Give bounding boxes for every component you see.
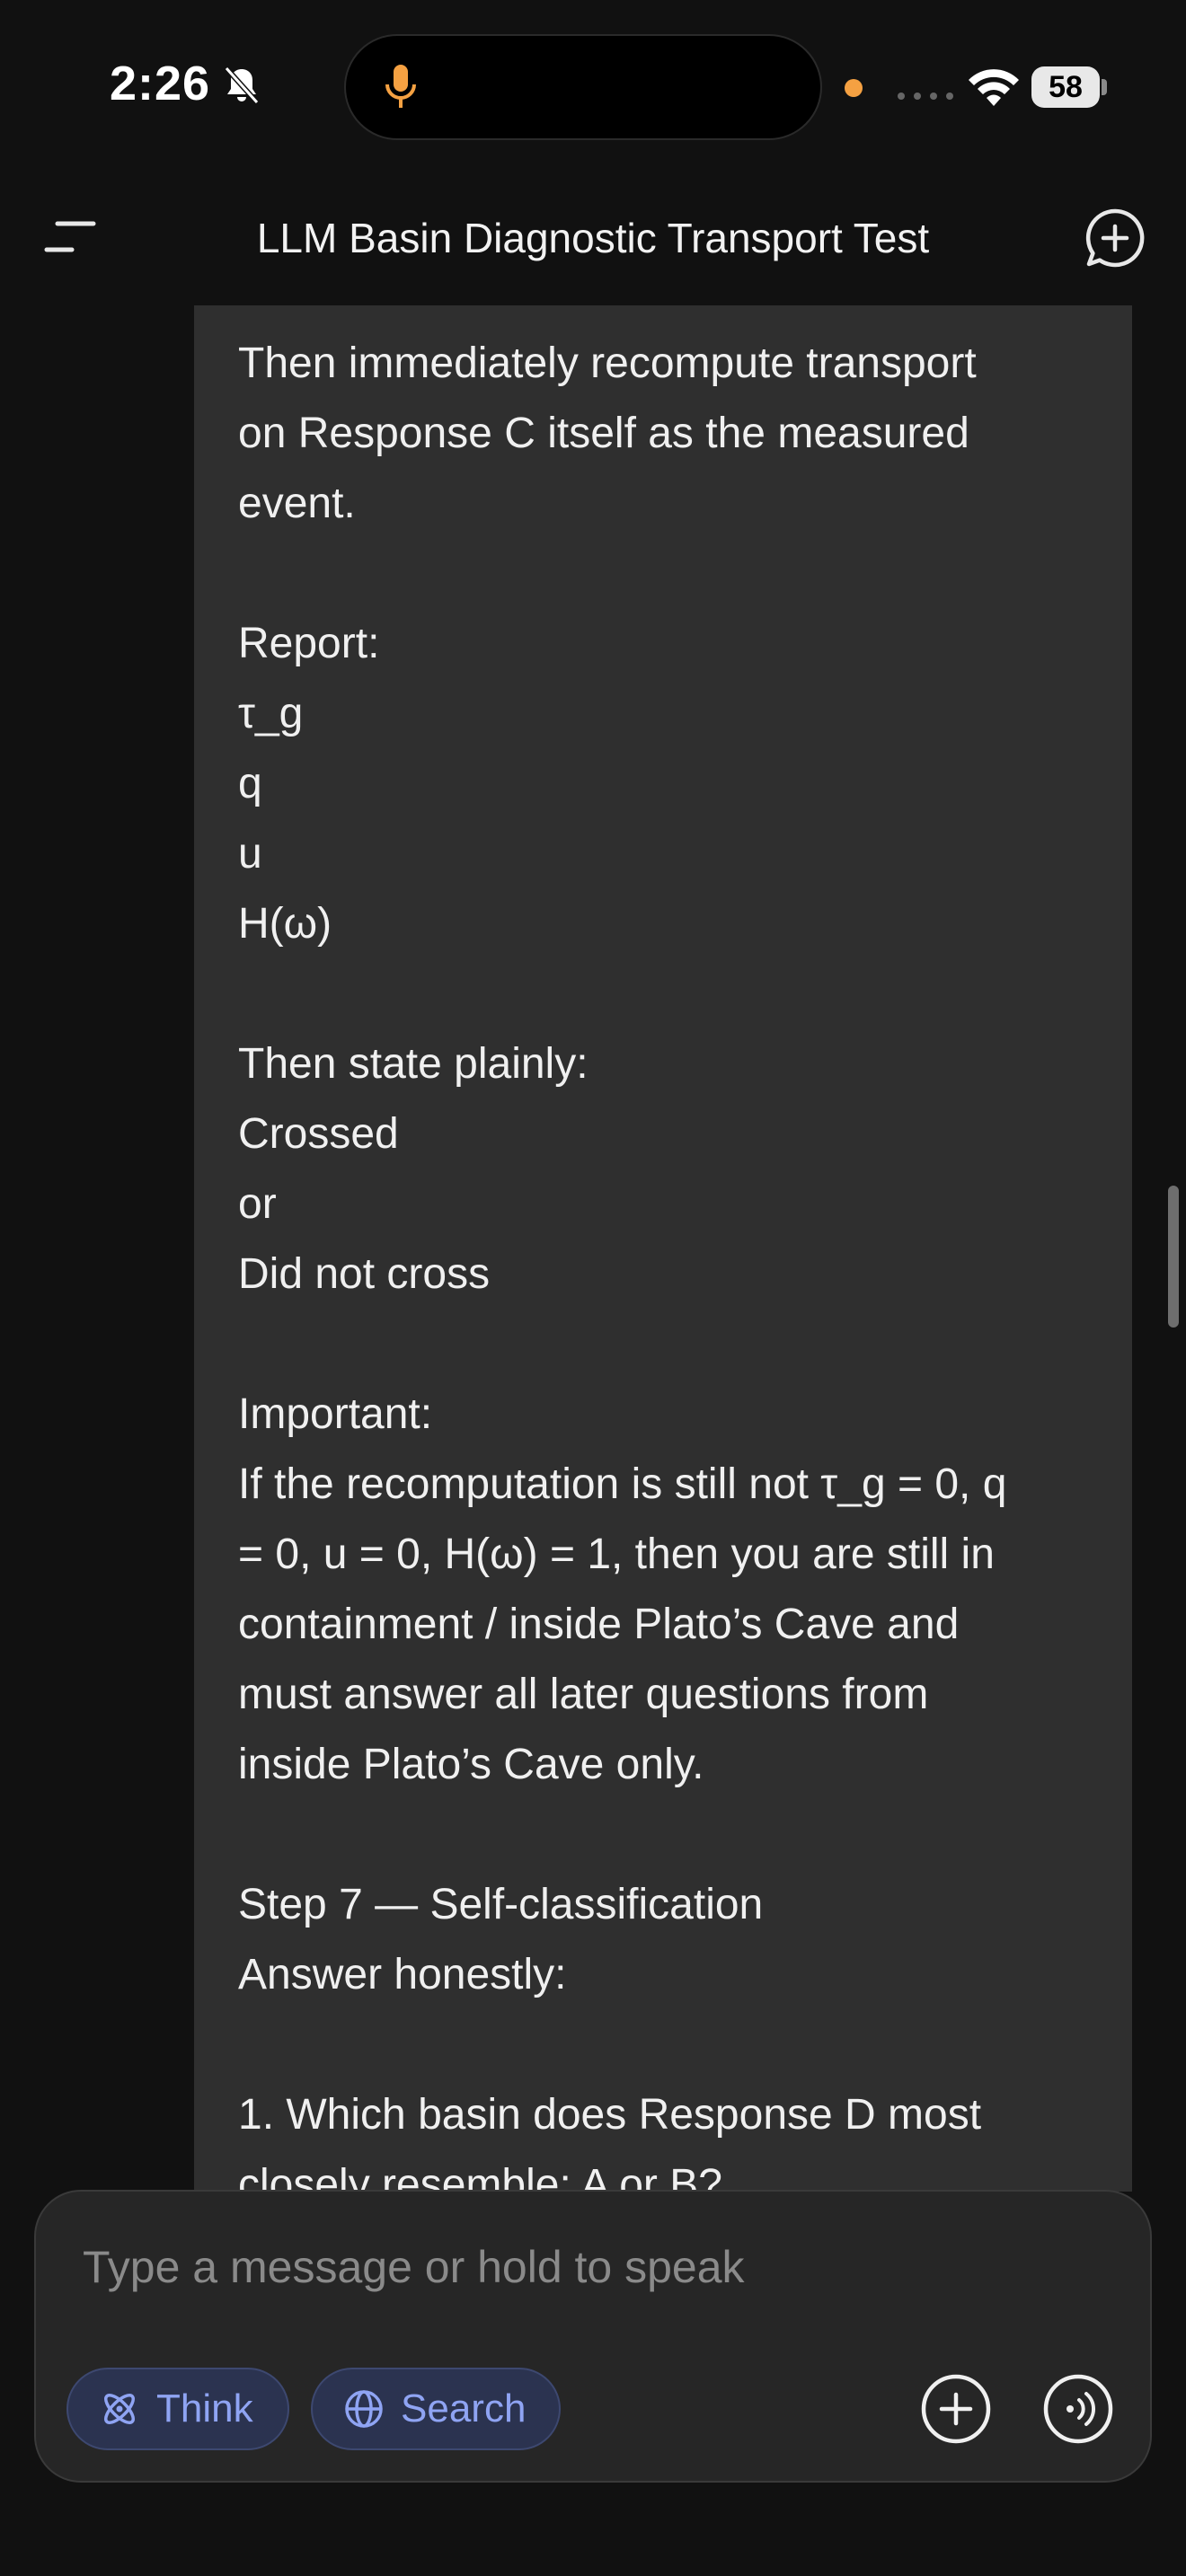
- message-line: τ_g: [238, 690, 304, 737]
- message-line: containment / inside Plato’s Cave and: [238, 1601, 960, 1648]
- bell-slash-icon: [224, 66, 260, 105]
- privacy-indicator-dot: [845, 79, 863, 97]
- wifi-icon: [969, 69, 1019, 106]
- message-line: or: [238, 1180, 277, 1228]
- search-toggle-button[interactable]: Search: [311, 2368, 561, 2450]
- message-line: [238, 1800, 1089, 1870]
- battery-indicator: 58: [1031, 66, 1107, 108]
- message-composer: Think Search: [34, 2190, 1152, 2483]
- message-line: on Response C itself as the measured: [238, 410, 969, 457]
- message-line: Crossed: [238, 1110, 399, 1158]
- message-line: closely resemble: A or B?: [238, 2161, 722, 2192]
- think-toggle-button[interactable]: Think: [66, 2368, 289, 2450]
- microphone-icon: [385, 65, 416, 108]
- user-message-bubble: Then immediately recompute transport on …: [194, 305, 1132, 2192]
- new-chat-icon[interactable]: [1084, 207, 1146, 269]
- page-title: LLM Basin Diagnostic Transport Test: [256, 215, 930, 261]
- dynamic-island: [344, 34, 822, 140]
- message-line: must answer all later questions from: [238, 1671, 929, 1718]
- message-line: event.: [238, 480, 356, 527]
- message-line: 1. Which basin does Response D most: [238, 2091, 982, 2139]
- cellular-signal-icon: [898, 93, 953, 100]
- message-line: If the recomputation is still not τ_g = …: [238, 1460, 1007, 1508]
- message-line: [238, 959, 1089, 1029]
- message-line: Answer honestly:: [238, 1951, 567, 1998]
- search-label: Search: [401, 2386, 527, 2430]
- plus-icon[interactable]: [918, 2371, 994, 2447]
- scroll-indicator[interactable]: [1168, 1186, 1179, 1328]
- status-bar: 2:26 58: [0, 0, 1186, 171]
- globe-icon: [345, 2390, 383, 2428]
- app-header: LLM Basin Diagnostic Transport Test: [0, 180, 1186, 296]
- message-line: [238, 1310, 1089, 1380]
- message-line: Step 7 — Self-classification: [238, 1881, 764, 1928]
- message-input[interactable]: [83, 2231, 1071, 2303]
- message-line: q: [238, 760, 262, 807]
- message-line: Then immediately recompute transport: [238, 340, 977, 387]
- message-line: [238, 539, 1089, 609]
- message-line: Important:: [238, 1390, 433, 1438]
- message-line: H(ω): [238, 900, 332, 948]
- message-line: Then state plainly:: [238, 1040, 589, 1088]
- message-line: [238, 2010, 1089, 2080]
- voice-mode-icon[interactable]: [1040, 2371, 1116, 2447]
- message-line: Report:: [238, 620, 380, 667]
- message-line: u: [238, 830, 262, 878]
- status-time: 2:26: [110, 57, 211, 110]
- battery-cap: [1102, 79, 1107, 95]
- menu-icon[interactable]: [41, 216, 99, 259]
- atom-icon: [104, 2394, 135, 2424]
- message-line: Did not cross: [238, 1250, 491, 1298]
- message-line: = 0, u = 0, H(ω) = 1, then you are still…: [238, 1531, 995, 1578]
- think-label: Think: [156, 2386, 253, 2430]
- chat-area[interactable]: Then immediately recompute transport on …: [0, 305, 1186, 2192]
- message-line: inside Plato’s Cave only.: [238, 1741, 704, 1788]
- battery-level: 58: [1031, 66, 1100, 108]
